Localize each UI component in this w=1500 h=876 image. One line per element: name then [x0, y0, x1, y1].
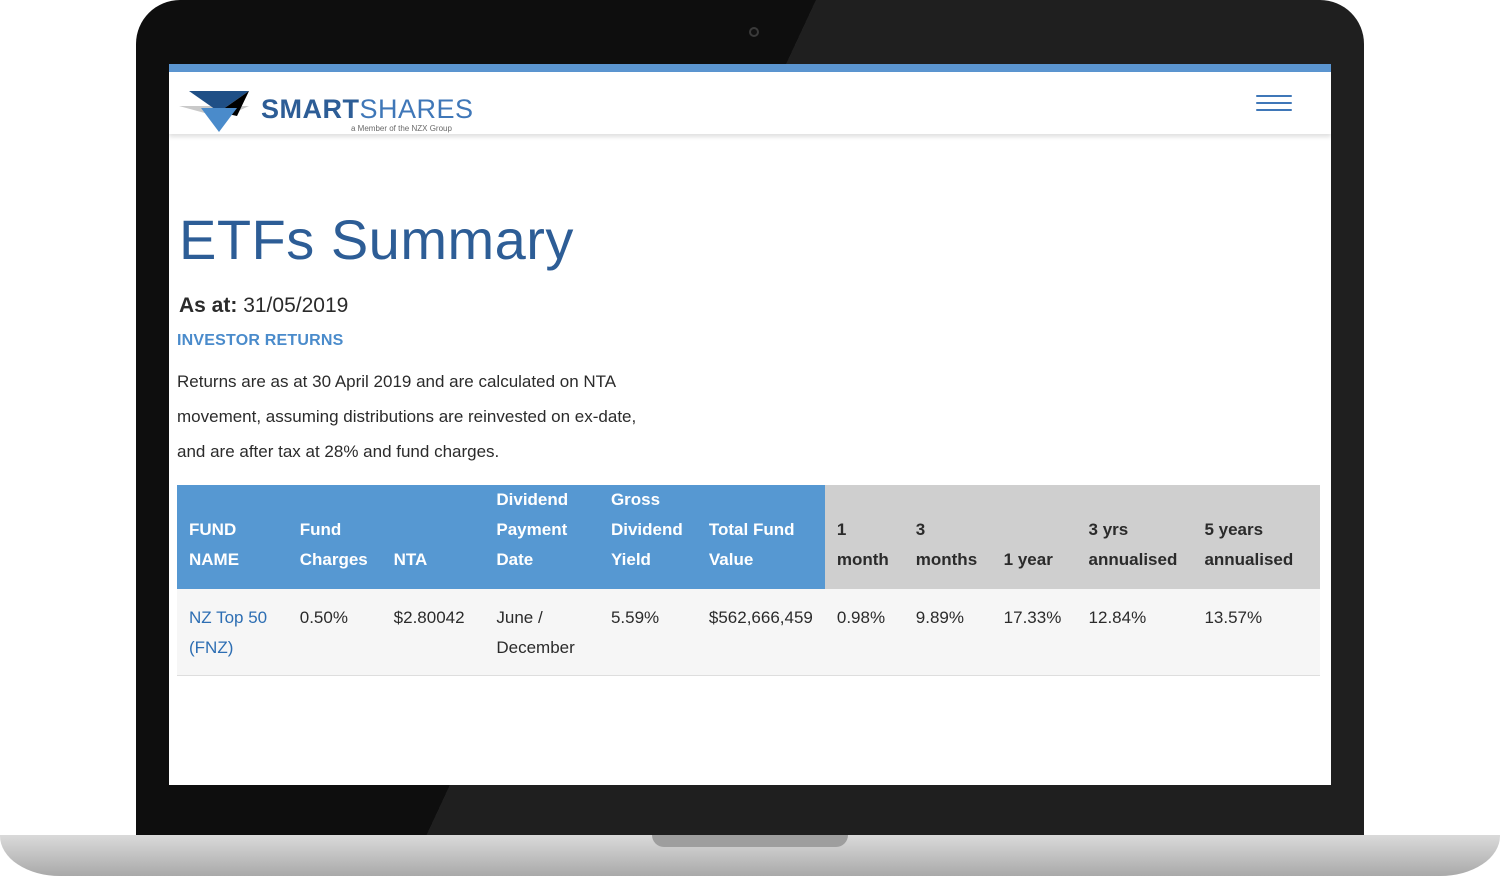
camera-icon	[749, 27, 759, 37]
header-1-month: 1 month	[824, 485, 904, 589]
as-at-label: As at:	[179, 294, 238, 317]
logo-wordmark: SMARTSHARES	[261, 94, 474, 124]
etf-summary-table: FUND NAME Fund Charges NTA Dividend Paym…	[177, 485, 1320, 676]
returns-description: Returns are as at 30 April 2019 and are …	[177, 372, 637, 461]
table-row: NZ Top 50 (FNZ) 0.50% $2.80042 June / De…	[177, 589, 1320, 676]
cell-nta: $2.80042	[381, 589, 485, 676]
header-gross-dividend-yield: Gross Dividend Yield	[598, 485, 697, 589]
header-fund-name: FUND NAME	[177, 485, 288, 589]
as-at-date: 31/05/2019	[243, 294, 349, 317]
smartshares-logo[interactable]: SMARTSHARES a Member of the NZX Group	[179, 86, 479, 133]
page-title: ETFs Summary	[179, 208, 574, 271]
header-1-year: 1 year	[991, 485, 1077, 589]
site-header: SMARTSHARES a Member of the NZX Group	[169, 72, 1331, 134]
cell-1-month: 0.98%	[824, 589, 904, 676]
table-header-row: FUND NAME Fund Charges NTA Dividend Paym…	[177, 485, 1320, 589]
header-dividend-payment-date: Dividend Payment Date	[484, 485, 599, 589]
main-content: ETFs Summary As at: 31/05/2019 INVESTOR …	[169, 212, 1331, 469]
cell-dividend-payment-date: June / December	[484, 589, 599, 676]
fund-name-link[interactable]: NZ Top 50 (FNZ)	[177, 589, 288, 676]
cell-1-year: 17.33%	[991, 589, 1077, 676]
cell-5-years-annualised: 13.57%	[1192, 589, 1320, 676]
cell-3-months: 9.89%	[903, 589, 992, 676]
logo-tagline: a Member of the NZX Group	[351, 124, 452, 133]
browser-screen: SMARTSHARES a Member of the NZX Group ET…	[169, 64, 1331, 785]
as-at-line: As at: 31/05/2019	[179, 294, 1331, 318]
top-accent-bar	[169, 64, 1331, 72]
hamburger-menu-icon[interactable]	[1256, 95, 1292, 117]
header-fund-charges: Fund Charges	[287, 485, 382, 589]
header-nta: NTA	[381, 485, 485, 589]
cell-total-fund-value: $562,666,459	[696, 589, 825, 676]
header-total-fund-value: Total Fund Value	[696, 485, 825, 589]
investor-returns-heading: INVESTOR RETURNS	[177, 332, 344, 349]
cell-3-yrs-annualised: 12.84%	[1076, 589, 1193, 676]
header-3-yrs-annualised: 3 yrs annualised	[1076, 485, 1193, 589]
laptop-base-notch	[652, 835, 848, 847]
header-5-years-annualised: 5 years annualised	[1192, 485, 1320, 589]
header-3-months: 3 months	[903, 485, 992, 589]
cell-gross-dividend-yield: 5.59%	[598, 589, 697, 676]
smartshares-logo-icon	[179, 91, 249, 132]
cell-fund-charges: 0.50%	[287, 589, 382, 676]
